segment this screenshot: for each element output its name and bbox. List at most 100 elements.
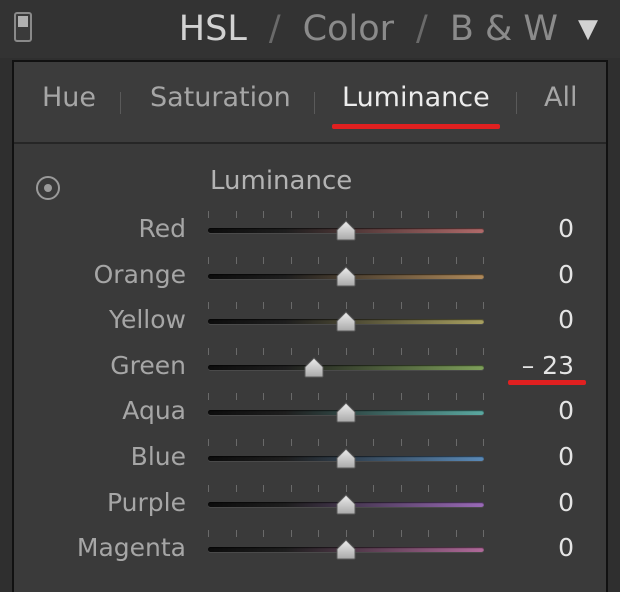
slider-tick	[373, 530, 374, 538]
slider-tick	[291, 347, 292, 355]
slider-ticks	[208, 439, 484, 446]
slider-value[interactable]: – 23	[522, 351, 574, 380]
slider-row-blue: Blue 0	[14, 438, 606, 478]
slider-tick	[208, 439, 209, 446]
slider-tick	[428, 484, 429, 492]
slider-label: Yellow	[109, 305, 186, 335]
slider-tick	[483, 484, 484, 492]
mode-color[interactable]: Color	[303, 9, 394, 49]
slider-tick	[318, 347, 319, 355]
luminance-slider-aqua[interactable]	[208, 392, 484, 432]
slider-row-magenta: Magenta 0	[14, 529, 606, 569]
slider-tick	[236, 302, 237, 310]
slider-tick	[263, 347, 264, 355]
slider-tick	[401, 530, 402, 538]
slider-tick	[263, 393, 264, 401]
slider-tick	[456, 302, 457, 310]
slider-tick	[291, 439, 292, 446]
tab-saturation[interactable]: Saturation	[150, 82, 291, 113]
slider-tick	[291, 256, 292, 264]
slider-tick	[428, 530, 429, 538]
slider-tick	[318, 393, 319, 401]
slider-value[interactable]: 0	[558, 533, 574, 562]
slider-label: Aqua	[122, 396, 186, 426]
slider-track[interactable]	[208, 364, 484, 370]
slider-value[interactable]: 0	[558, 442, 574, 471]
slider-tick	[428, 439, 429, 446]
slider-tick	[318, 439, 319, 446]
slider-tick	[263, 439, 264, 446]
slider-tick	[236, 530, 237, 538]
luminance-slider-red[interactable]	[208, 210, 484, 250]
slider-tick	[263, 256, 264, 264]
slider-ticks	[208, 211, 484, 218]
tab-hue[interactable]: Hue	[42, 82, 96, 113]
hsl-tab-bar: Hue Saturation Luminance All	[14, 62, 606, 144]
slider-ticks	[208, 530, 484, 538]
slider-tick	[483, 530, 484, 538]
slider-value[interactable]: 0	[558, 305, 574, 334]
tab-divider	[516, 92, 517, 114]
slider-value[interactable]: 0	[558, 214, 574, 243]
mode-bw[interactable]: B & W	[450, 9, 558, 49]
slider-thumb[interactable]	[301, 357, 327, 378]
slider-tick	[291, 484, 292, 492]
slider-tick	[373, 439, 374, 446]
slider-label: Red	[138, 214, 187, 243]
luminance-slider-green[interactable]	[208, 347, 484, 387]
panel-collapse-icon[interactable]	[14, 12, 32, 42]
slider-row-yellow: Yellow 0	[14, 301, 606, 341]
tab-all[interactable]: All	[544, 82, 577, 113]
luminance-slider-magenta[interactable]	[208, 529, 484, 569]
slider-tick	[318, 530, 319, 538]
slider-tick	[401, 256, 402, 264]
slider-tick	[401, 484, 402, 492]
slider-thumb[interactable]	[333, 311, 359, 332]
slider-tick	[318, 484, 319, 492]
tab-divider	[120, 92, 121, 114]
slider-tick	[456, 439, 457, 446]
slider-tick	[373, 256, 374, 264]
slider-tick	[291, 302, 292, 310]
luminance-slider-blue[interactable]	[208, 438, 484, 478]
luminance-slider-purple[interactable]	[208, 484, 484, 524]
slider-value[interactable]: 0	[558, 260, 574, 289]
slider-tick	[236, 439, 237, 446]
luminance-slider-orange[interactable]	[208, 256, 484, 296]
slider-ticks	[208, 302, 484, 310]
luminance-slider-yellow[interactable]	[208, 301, 484, 341]
slider-thumb[interactable]	[333, 539, 359, 560]
slider-thumb[interactable]	[333, 265, 359, 287]
slider-tick	[373, 393, 374, 401]
mode-hsl[interactable]: HSL	[179, 9, 247, 49]
slider-thumb[interactable]	[333, 493, 359, 515]
slider-thumb[interactable]	[333, 402, 359, 423]
slider-tick	[428, 211, 429, 218]
slider-thumb[interactable]	[333, 220, 359, 241]
slider-label: Blue	[130, 442, 186, 471]
slider-tick	[483, 393, 484, 401]
slider-tick	[346, 302, 347, 310]
slider-tick	[373, 211, 374, 218]
slider-tick	[428, 302, 429, 310]
slider-tick	[428, 347, 429, 355]
slider-tick	[208, 347, 209, 355]
slider-tick	[401, 347, 402, 355]
slider-tick	[346, 484, 347, 492]
tab-luminance[interactable]: Luminance	[342, 82, 490, 113]
slider-tick	[263, 484, 264, 492]
slider-value[interactable]: 0	[558, 488, 574, 517]
slider-tick	[291, 393, 292, 401]
panel-menu-triangle-icon[interactable]: ▼	[578, 14, 598, 44]
slider-tick	[318, 211, 319, 218]
slider-tick	[373, 302, 374, 310]
slider-value[interactable]: 0	[558, 396, 574, 425]
slider-tick	[346, 347, 347, 355]
slider-ticks	[208, 347, 484, 355]
slider-tick	[318, 256, 319, 264]
slider-thumb[interactable]	[333, 448, 359, 469]
slider-tick	[456, 256, 457, 264]
slider-tick	[483, 211, 484, 218]
slider-tick	[401, 211, 402, 218]
target-adjustment-icon[interactable]	[36, 176, 60, 200]
